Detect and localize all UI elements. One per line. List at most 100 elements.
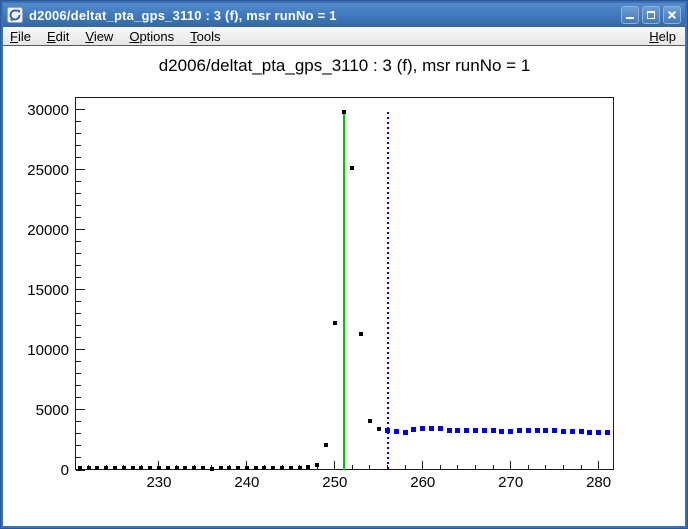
histogram-data-point <box>324 443 328 447</box>
x-major-tick <box>510 461 511 470</box>
x-minor-tick <box>475 465 476 470</box>
fit-curve-points-point <box>464 428 469 433</box>
plot-area: 2302402502602702800500010000150002000025… <box>3 46 685 526</box>
window-controls <box>621 6 681 24</box>
histogram-data-point <box>262 466 266 470</box>
histogram-data-point <box>210 467 214 471</box>
histogram-data-point <box>306 465 310 469</box>
maximize-icon <box>647 11 655 19</box>
y-tick-label: 20000 <box>3 222 69 239</box>
histogram-data-point <box>245 466 249 470</box>
y-minor-tick <box>76 121 81 122</box>
histogram-data-point <box>78 466 82 470</box>
y-major-tick <box>76 289 85 290</box>
fit-curve-points-point <box>587 430 592 435</box>
histogram-data-point <box>113 466 117 470</box>
menubar: File Edit View Options Tools Help <box>3 27 685 46</box>
y-minor-tick <box>76 313 81 314</box>
histogram-data-point <box>298 466 302 470</box>
close-icon <box>667 10 677 20</box>
minimize-button[interactable] <box>621 6 639 24</box>
fit-curve-points-point <box>429 426 434 431</box>
x-major-tick <box>422 461 423 470</box>
y-minor-tick <box>76 421 81 422</box>
window-title: d2006/deltat_pta_gps_3110 : 3 (f), msr r… <box>29 8 615 23</box>
y-minor-tick <box>76 253 81 254</box>
x-minor-tick <box>545 465 546 470</box>
histogram-data-point <box>350 166 354 170</box>
histogram-data-point <box>166 466 170 470</box>
y-minor-tick <box>76 337 81 338</box>
y-minor-tick <box>76 397 81 398</box>
histogram-data-point <box>87 466 91 470</box>
histogram-data-point <box>333 321 337 325</box>
menu-item-file[interactable]: File <box>10 29 31 44</box>
y-minor-tick <box>76 301 81 302</box>
histogram-data-point <box>280 466 284 470</box>
y-major-tick <box>76 109 85 110</box>
fit-curve-points-point <box>394 429 399 434</box>
fit-curve-points-point <box>473 428 478 433</box>
fit-curve-points-point <box>535 428 540 433</box>
y-minor-tick <box>76 181 81 182</box>
fit-curve-points-point <box>455 428 460 433</box>
y-minor-tick <box>76 265 81 266</box>
histogram-data-point <box>236 466 240 470</box>
menu-item-view[interactable]: View <box>85 29 113 44</box>
x-minor-tick <box>528 465 529 470</box>
fit-curve-points-point <box>438 426 443 431</box>
close-button[interactable] <box>663 6 681 24</box>
titlebar[interactable]: d2006/deltat_pta_gps_3110 : 3 (f), msr r… <box>3 3 685 27</box>
fit-curve-points-point <box>508 429 513 434</box>
histogram-data-point <box>131 466 135 470</box>
fit-curve-points-point <box>447 428 452 433</box>
menu-item-tools[interactable]: Tools <box>190 29 220 44</box>
fit-curve-points-point <box>482 428 487 433</box>
y-minor-tick <box>76 277 81 278</box>
fit-curve-points-point <box>491 428 496 433</box>
histogram-data-point <box>139 466 143 470</box>
x-tick-label: 230 <box>134 474 184 491</box>
histogram-data-point <box>219 466 223 470</box>
fit-curve-points-point <box>543 428 548 433</box>
fit-curve-points-point <box>517 428 522 433</box>
menu-item-edit[interactable]: Edit <box>47 29 69 44</box>
y-minor-tick <box>76 325 81 326</box>
y-tick-label: 10000 <box>3 342 69 359</box>
x-minor-tick <box>493 465 494 470</box>
fit-curve-points-point <box>499 429 504 434</box>
menu-item-help[interactable]: Help <box>649 29 676 44</box>
menu-right: Help <box>649 29 678 44</box>
fit-curve-points-point <box>403 430 408 435</box>
histogram-data-point <box>95 466 99 470</box>
x-minor-tick <box>581 465 582 470</box>
histogram-data-point <box>368 419 372 423</box>
fit-range-line <box>387 112 389 470</box>
y-minor-tick <box>76 217 81 218</box>
y-minor-tick <box>76 193 81 194</box>
histogram-data-point <box>148 466 152 470</box>
y-major-tick <box>76 169 85 170</box>
x-minor-tick <box>405 465 406 470</box>
x-major-tick <box>334 461 335 470</box>
y-minor-tick <box>76 145 81 146</box>
y-minor-tick <box>76 361 81 362</box>
histogram-data-point <box>254 466 258 470</box>
y-tick-label: 15000 <box>3 282 69 299</box>
y-minor-tick <box>76 433 81 434</box>
histogram-data-point <box>104 466 108 470</box>
menu-item-options[interactable]: Options <box>129 29 174 44</box>
maximize-button[interactable] <box>642 6 660 24</box>
y-minor-tick <box>76 445 81 446</box>
y-major-tick <box>76 409 85 410</box>
fit-curve-points-point <box>411 427 416 432</box>
histogram-data-point <box>271 466 275 470</box>
histogram-data-point <box>183 466 187 470</box>
y-minor-tick <box>76 241 81 242</box>
x-tick-label: 270 <box>486 474 536 491</box>
x-minor-tick <box>563 465 564 470</box>
fit-curve-points-point <box>526 428 531 433</box>
histogram-data-point <box>157 466 161 470</box>
histogram-data-point <box>175 466 179 470</box>
root-canvas[interactable]: d2006/deltat_pta_gps_3110 : 3 (f), msr r… <box>3 46 685 526</box>
